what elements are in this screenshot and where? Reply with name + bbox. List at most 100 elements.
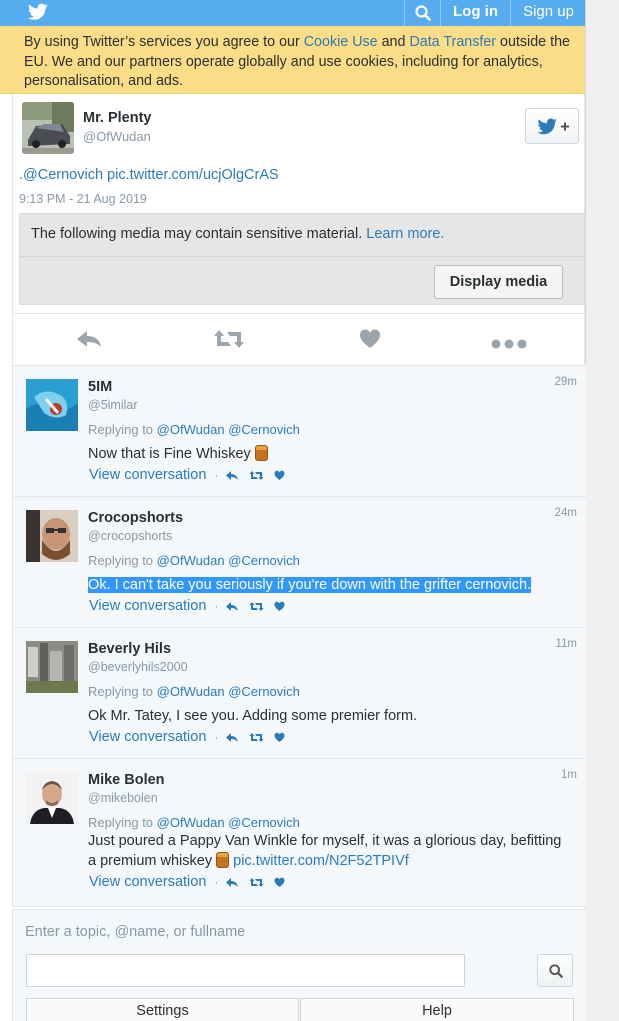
reply-author-name[interactable]: Beverly Hils: [88, 641, 171, 657]
reply-icon[interactable]: [225, 470, 239, 481]
separator-dot: ·: [214, 875, 219, 889]
separator-dot: ·: [214, 599, 219, 613]
pic-link[interactable]: pic.twitter.com/N2F52TPIVf: [233, 853, 409, 869]
reply-footer: View conversation ·: [89, 874, 295, 890]
main-tweet: Mr. Plenty @OfWudan .@Cernovich pic.twit…: [12, 94, 585, 364]
replying-label: Replying to: [88, 684, 154, 699]
divider: [20, 256, 584, 257]
reply-icon[interactable]: [225, 732, 239, 743]
search-form: Enter a topic, @name, or fullname Settin…: [12, 909, 586, 1021]
display-media-button[interactable]: Display media: [434, 265, 563, 299]
learn-more-link[interactable]: Learn more.: [366, 226, 444, 242]
search-input[interactable]: [26, 954, 465, 987]
like-icon[interactable]: [274, 877, 285, 888]
tweet-timestamp[interactable]: 9:13 PM - 21 Aug 2019: [19, 192, 147, 206]
like-icon[interactable]: [359, 328, 381, 350]
cookie-text-and: and: [377, 34, 410, 50]
view-conversation-link[interactable]: View conversation: [89, 467, 206, 483]
follow-bird-plus-icon: [537, 118, 569, 135]
view-conversation-link[interactable]: View conversation: [89, 874, 206, 890]
reply-tweet[interactable]: 5IM @5imilar 29m Replying to @OfWudan @C…: [12, 366, 586, 497]
mention-cernovich[interactable]: @Cernovich: [228, 684, 300, 699]
sensitive-media-warning: The following media may contain sensitiv…: [19, 213, 585, 305]
reply-text-body: Now that is Fine Whiskey: [88, 446, 251, 462]
search-label: Enter a topic, @name, or fullname: [25, 924, 246, 940]
retweet-icon[interactable]: [249, 470, 264, 481]
like-icon[interactable]: [274, 470, 285, 481]
tweet-author-name[interactable]: Mr. Plenty: [83, 110, 152, 126]
more-icon[interactable]: [491, 333, 527, 355]
mention-ofwudan[interactable]: @OfWudan: [157, 684, 225, 699]
avatar[interactable]: [26, 379, 78, 431]
retweet-icon[interactable]: [249, 732, 264, 743]
reply-author-handle[interactable]: @crocopshorts: [88, 529, 172, 543]
whiskey-emoji-icon: [254, 445, 268, 461]
data-transfer-link[interactable]: Data Transfer: [409, 34, 496, 50]
mention-ofwudan[interactable]: @OfWudan: [157, 553, 225, 568]
reply-text: Now that is Fine Whiskey: [88, 444, 568, 464]
settings-button[interactable]: Settings: [26, 998, 299, 1021]
replying-to: Replying to @OfWudan @Cernovich: [88, 684, 300, 699]
view-conversation-link[interactable]: View conversation: [89, 598, 206, 614]
reply-author-handle[interactable]: @beverlyhils2000: [88, 660, 188, 674]
like-icon[interactable]: [274, 732, 285, 743]
mention-ofwudan[interactable]: @OfWudan: [157, 815, 225, 830]
retweet-icon[interactable]: [249, 877, 264, 888]
tweet-author-handle[interactable]: @OfWudan: [83, 129, 151, 144]
reply-author-handle[interactable]: @mikebolen: [88, 791, 158, 805]
avatar[interactable]: [26, 641, 78, 693]
cookie-text-prefix: By using Twitter’s services you agree to…: [24, 34, 304, 50]
mention-cernovich[interactable]: @Cernovich: [228, 422, 300, 437]
login-button[interactable]: Log in: [440, 0, 510, 26]
reply-author-name[interactable]: Mike Bolen: [88, 772, 165, 788]
mention-cernovich[interactable]: @Cernovich: [228, 553, 300, 568]
reply-icon[interactable]: [75, 328, 103, 350]
mention-ofwudan[interactable]: @OfWudan: [157, 422, 225, 437]
mention-cernovich[interactable]: @Cernovich: [228, 815, 300, 830]
reply-tweet[interactable]: Crocopshorts @crocopshorts 24m Replying …: [12, 497, 586, 628]
reply-timestamp[interactable]: 1m: [561, 769, 577, 781]
cookie-use-link[interactable]: Cookie Use: [304, 34, 378, 50]
retweet-icon[interactable]: [213, 328, 245, 350]
replying-label: Replying to: [88, 553, 154, 568]
avatar[interactable]: [26, 510, 78, 562]
twitter-bird-icon[interactable]: [28, 3, 48, 21]
reply-tweet[interactable]: Mike Bolen @mikebolen 1m Replying to @Of…: [12, 759, 586, 907]
reply-icon[interactable]: [225, 601, 239, 612]
avatar[interactable]: [26, 772, 78, 824]
reply-text: Ok Mr. Tatey, I see you. Adding some pre…: [88, 706, 568, 726]
search-button[interactable]: [404, 0, 440, 26]
reply-icon[interactable]: [225, 877, 239, 888]
avatar[interactable]: [22, 102, 74, 154]
reply-timestamp[interactable]: 24m: [555, 507, 577, 519]
page: Log in Sign up By using Twitter’s servic…: [0, 0, 586, 1021]
follow-button[interactable]: [525, 108, 579, 144]
help-button[interactable]: Help: [300, 998, 574, 1021]
replying-to: Replying to @OfWudan @Cernovich: [88, 422, 300, 437]
retweet-icon[interactable]: [249, 601, 264, 612]
signup-button[interactable]: Sign up: [510, 0, 586, 26]
replying-to: Replying to @OfWudan @Cernovich: [88, 553, 300, 568]
replying-label: Replying to: [88, 815, 154, 830]
reply-footer: View conversation ·: [89, 467, 295, 483]
separator-dot: ·: [214, 730, 219, 744]
reply-timestamp[interactable]: 11m: [555, 638, 577, 650]
replying-to: Replying to @OfWudan @Cernovich: [88, 815, 300, 830]
tweet-text[interactable]: .@Cernovich pic.twitter.com/ucjOlgCrAS: [19, 167, 279, 183]
reply-timestamp[interactable]: 29m: [555, 376, 577, 388]
reply-text-body: Ok Mr. Tatey, I see you. Adding some pre…: [88, 708, 418, 724]
cookie-banner: By using Twitter’s services you agree to…: [0, 26, 585, 94]
reply-tweet[interactable]: Beverly Hils @beverlyhils2000 11m Replyi…: [12, 628, 586, 759]
reply-text: Just poured a Pappy Van Winkle for mysel…: [88, 831, 568, 871]
like-icon[interactable]: [274, 601, 285, 612]
view-conversation-link[interactable]: View conversation: [89, 729, 206, 745]
tweet-actions: [13, 313, 585, 363]
whiskey-emoji-icon: [216, 852, 230, 868]
sensitive-message: The following media may contain sensitiv…: [31, 226, 444, 242]
search-submit-button[interactable]: [537, 954, 573, 987]
reply-author-name[interactable]: Crocopshorts: [88, 510, 183, 526]
replies-list: 5IM @5imilar 29m Replying to @OfWudan @C…: [12, 365, 586, 907]
reply-author-name[interactable]: 5IM: [88, 379, 112, 395]
reply-author-handle[interactable]: @5imilar: [88, 398, 138, 412]
sensitive-text: The following media may contain sensitiv…: [31, 226, 363, 242]
